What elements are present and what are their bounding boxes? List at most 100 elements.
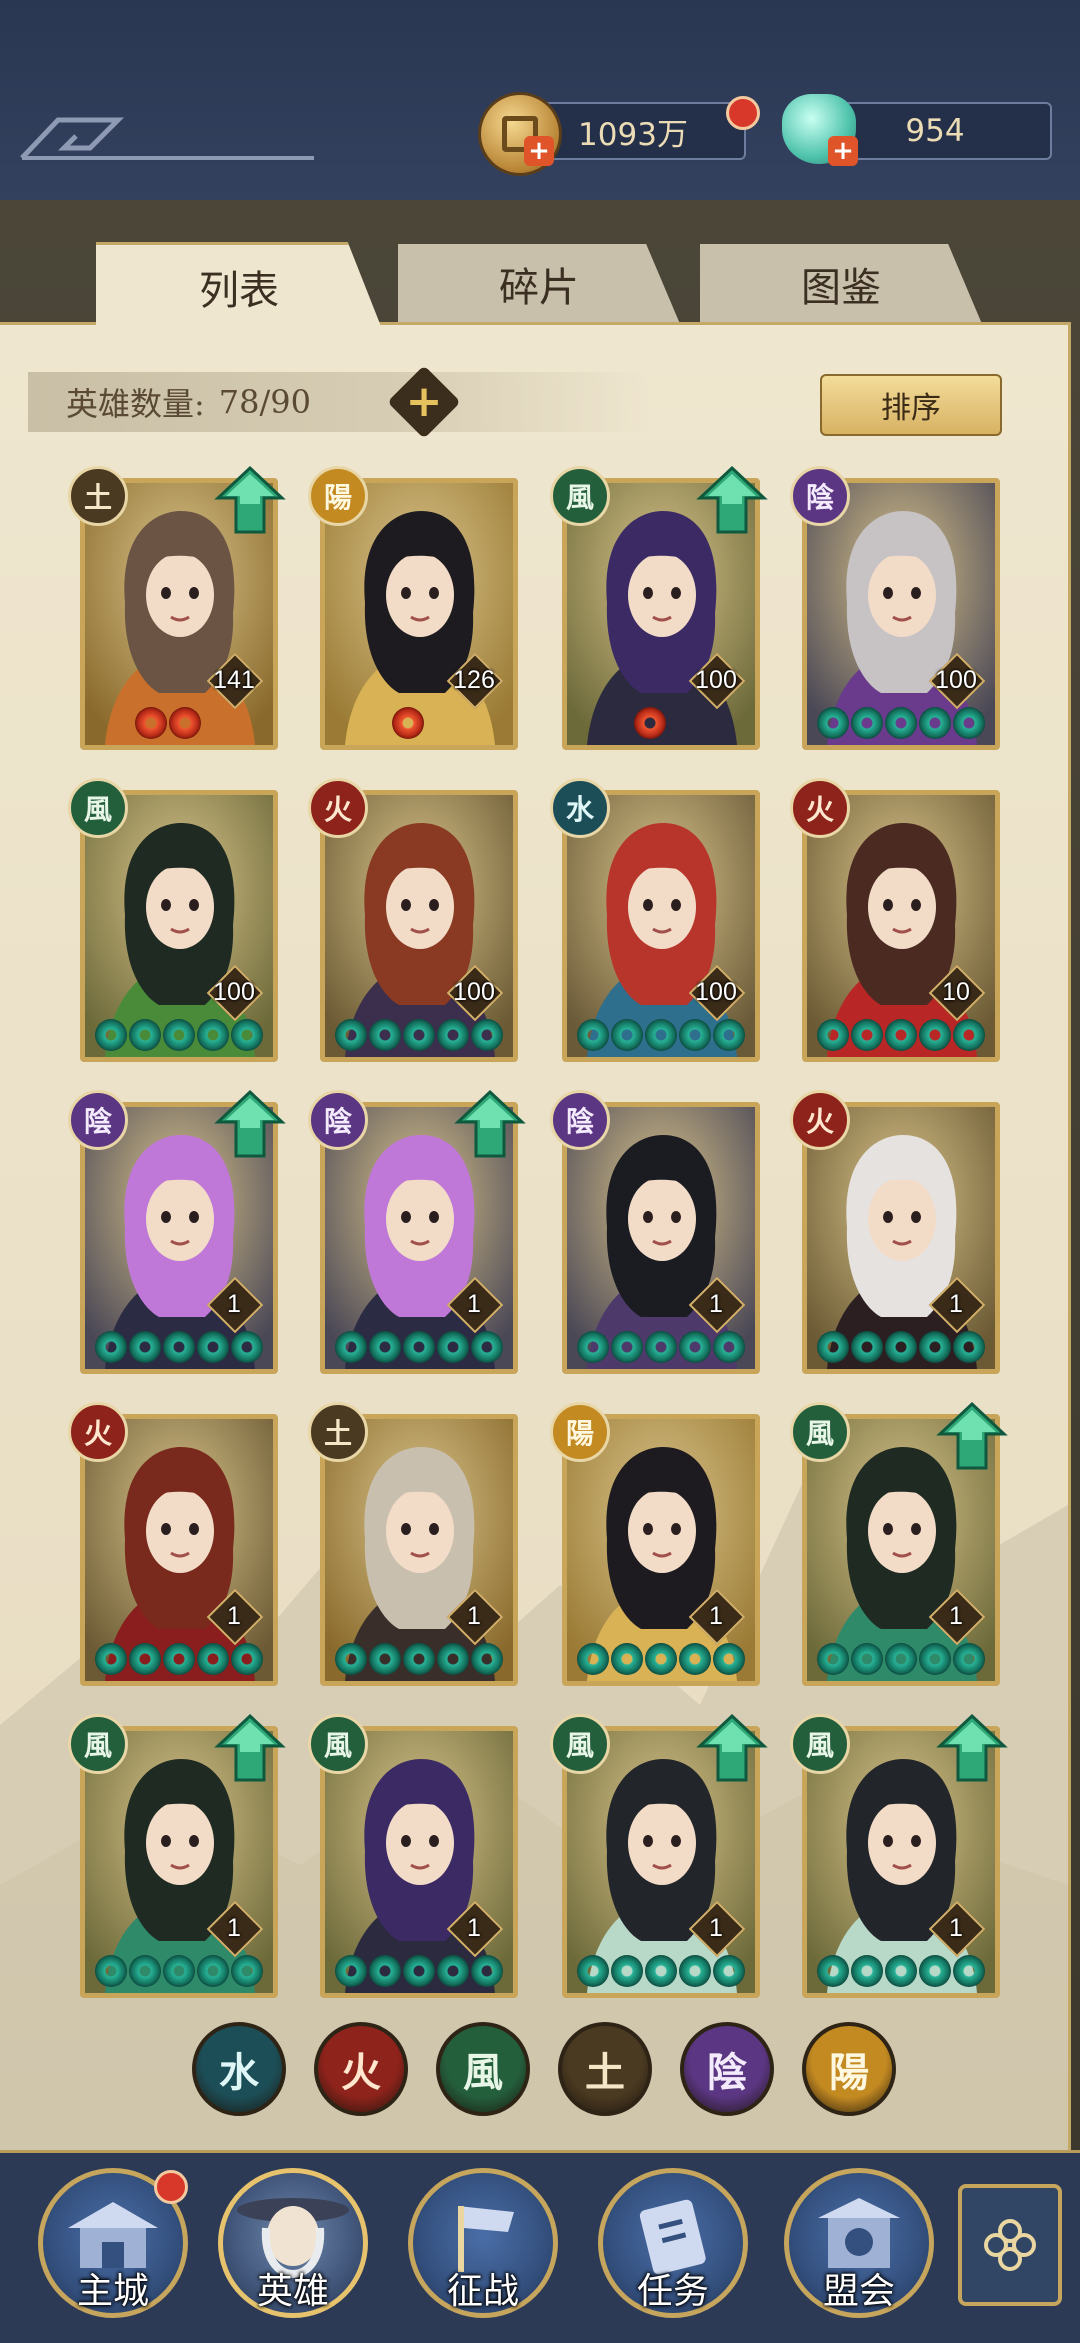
jade-star-icon [885, 1643, 917, 1675]
nav-label: 英雄 [256, 2271, 329, 2312]
jade-star-icon [817, 707, 849, 739]
jade-star-icon [713, 1955, 745, 1987]
jade-star-icon [851, 1955, 883, 1987]
yin-element-icon: 陰 [790, 466, 850, 526]
star-row [95, 1955, 263, 1987]
upgrade-arrow-icon [936, 1401, 1008, 1470]
jade-star-icon [817, 1331, 849, 1363]
jade-star-icon [163, 1643, 195, 1675]
jade-star-icon [335, 1019, 367, 1051]
filter-yang-button[interactable]: 陽 [802, 2022, 896, 2116]
jade-star-icon [817, 1643, 849, 1675]
level-badge: 100 [688, 652, 746, 710]
hero-level: 1 [709, 1913, 723, 1942]
level-badge: 1 [206, 1900, 264, 1958]
wind-element-icon: 風 [550, 466, 610, 526]
hero-level: 100 [935, 665, 977, 694]
filter-fire-button[interactable]: 火 [314, 2022, 408, 2116]
star-row [577, 1331, 745, 1363]
fire-element-icon: 火 [790, 1090, 850, 1150]
filter-earth-button[interactable]: 土 [558, 2022, 652, 2116]
jade-star-icon [577, 1643, 609, 1675]
earth-element-icon: 土 [308, 1402, 368, 1462]
jade-star-icon [953, 1955, 985, 1987]
jade-star-icon [335, 1643, 367, 1675]
hero-level: 10 [942, 977, 970, 1006]
yang-element-icon: 陽 [308, 466, 368, 526]
jade-star-icon [197, 1019, 229, 1051]
jade-star-icon [611, 1955, 643, 1987]
jade-star-icon [403, 1643, 435, 1675]
upgrade-arrow-icon [214, 1713, 286, 1782]
yin-element-icon: 陰 [308, 1090, 368, 1150]
earth-element-icon: 土 [68, 466, 128, 526]
star-row [135, 707, 201, 739]
star-row [634, 707, 666, 739]
star-row [817, 1955, 985, 1987]
jade-star-icon [369, 1643, 401, 1675]
level-badge: 100 [928, 652, 986, 710]
jade-star-icon [953, 1643, 985, 1675]
star-row [577, 1955, 745, 1987]
jade-star-icon [129, 1331, 161, 1363]
hero-level: 126 [453, 665, 495, 694]
filter-wind-button[interactable]: 風 [436, 2022, 530, 2116]
filter-yin-button[interactable]: 陰 [680, 2022, 774, 2116]
jade-star-icon [953, 1331, 985, 1363]
upgrade-arrow-icon [936, 1713, 1008, 1782]
red-star-icon [634, 707, 666, 739]
hero-level: 100 [213, 977, 255, 1006]
hero-portrait [325, 483, 513, 745]
hero-level: 1 [227, 1289, 241, 1318]
jade-star-icon [817, 1955, 849, 1987]
star-row [95, 1643, 263, 1675]
jade-star-icon [95, 1643, 127, 1675]
jade-star-icon [197, 1331, 229, 1363]
jade-star-icon [953, 707, 985, 739]
level-badge: 1 [446, 1588, 504, 1646]
jade-star-icon [919, 1019, 951, 1051]
red-star-icon [135, 707, 167, 739]
red-star-icon [169, 707, 201, 739]
jade-star-icon [369, 1019, 401, 1051]
jade-star-icon [919, 1955, 951, 1987]
wind-element-icon: 風 [790, 1714, 850, 1774]
jade-star-icon [95, 1331, 127, 1363]
filter-water-button[interactable]: 水 [192, 2022, 286, 2116]
jade-star-icon [95, 1019, 127, 1051]
jade-star-icon [403, 1331, 435, 1363]
jade-star-icon [645, 1955, 677, 1987]
jade-star-icon [197, 1643, 229, 1675]
hero-portrait [85, 1419, 273, 1681]
jade-star-icon [919, 1643, 951, 1675]
hero-portrait [807, 483, 995, 745]
level-badge: 100 [688, 964, 746, 1022]
jade-star-icon [471, 1019, 503, 1051]
notification-dot [154, 2170, 188, 2204]
level-badge: 1 [928, 1276, 986, 1334]
jade-star-icon [231, 1019, 263, 1051]
level-badge: 1 [688, 1588, 746, 1646]
jade-star-icon [919, 1331, 951, 1363]
jade-star-icon [713, 1643, 745, 1675]
hero-level: 1 [467, 1913, 481, 1942]
upgrade-arrow-icon [696, 1713, 768, 1782]
hero-level: 1 [227, 1913, 241, 1942]
jade-star-icon [163, 1331, 195, 1363]
level-badge: 100 [206, 964, 264, 1022]
jade-star-icon [197, 1955, 229, 1987]
yin-element-icon: 陰 [550, 1090, 610, 1150]
jade-star-icon [231, 1331, 263, 1363]
jade-star-icon [163, 1955, 195, 1987]
jade-star-icon [713, 1019, 745, 1051]
hero-level: 1 [949, 1601, 963, 1630]
level-badge: 1 [928, 1900, 986, 1958]
jade-star-icon [919, 707, 951, 739]
star-row [95, 1019, 263, 1051]
jade-star-icon [885, 1019, 917, 1051]
star-row [577, 1643, 745, 1675]
upgrade-arrow-icon [454, 1089, 526, 1158]
wind-element-icon: 風 [550, 1714, 610, 1774]
flower-menu-icon[interactable] [958, 2184, 1062, 2306]
hero-level: 100 [695, 977, 737, 1006]
